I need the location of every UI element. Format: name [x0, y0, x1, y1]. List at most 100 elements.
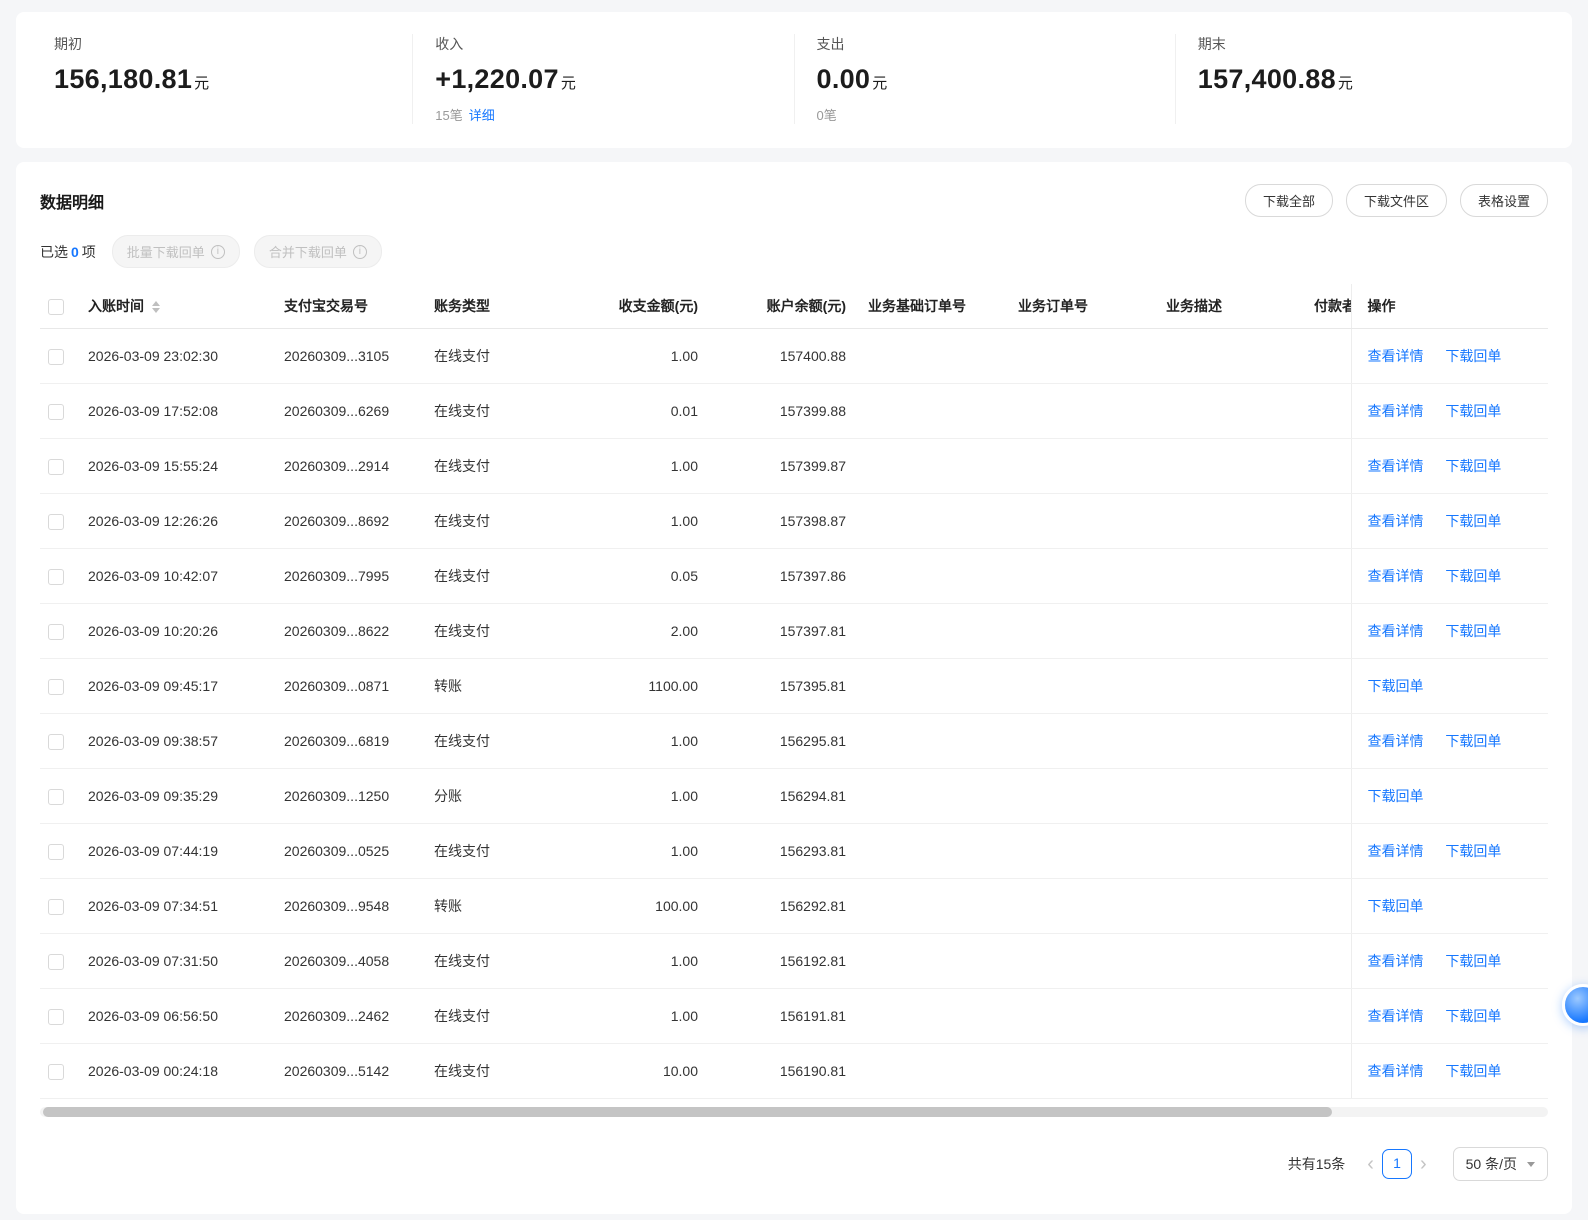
- download-receipt-link[interactable]: 下载回单: [1445, 348, 1501, 364]
- download-receipt-link[interactable]: 下载回单: [1445, 458, 1501, 474]
- expense-count: 0笔: [817, 108, 837, 123]
- row-checkbox[interactable]: [48, 899, 64, 915]
- row-checkbox[interactable]: [48, 844, 64, 860]
- download-all-button[interactable]: 下载全部: [1245, 184, 1333, 217]
- cell-desc: [1158, 824, 1306, 879]
- info-icon: [353, 245, 367, 259]
- pagination: 共有15条 ‹ 1 › 50 条/页: [40, 1147, 1548, 1181]
- stat-label: 期初: [54, 34, 412, 54]
- view-detail-link[interactable]: 查看详情: [1368, 1008, 1424, 1024]
- cell-txn: 20260309...2914: [276, 439, 426, 494]
- cell-payer: [1306, 549, 1351, 604]
- sort-icon[interactable]: [152, 301, 160, 313]
- view-detail-link[interactable]: 查看详情: [1368, 403, 1424, 419]
- stat-sub: 0笔: [817, 105, 1175, 124]
- download-receipt-link[interactable]: 下载回单: [1445, 623, 1501, 639]
- row-checkbox[interactable]: [48, 954, 64, 970]
- row-checkbox[interactable]: [48, 734, 64, 750]
- cell-base-order: [860, 659, 1010, 714]
- cell-base-order: [860, 1044, 1010, 1099]
- download-receipt-link[interactable]: 下载回单: [1445, 1008, 1501, 1024]
- cell-balance: 156190.81: [712, 1044, 860, 1099]
- cell-desc: [1158, 329, 1306, 384]
- cell-time: 2026-03-09 09:35:29: [80, 769, 276, 824]
- download-receipt-link[interactable]: 下载回单: [1368, 788, 1424, 804]
- cell-payer: [1306, 384, 1351, 439]
- cell-txn: 20260309...5142: [276, 1044, 426, 1099]
- view-detail-link[interactable]: 查看详情: [1368, 623, 1424, 639]
- cell-base-order: [860, 384, 1010, 439]
- view-detail-link[interactable]: 查看详情: [1368, 348, 1424, 364]
- next-page-icon[interactable]: ›: [1412, 1154, 1435, 1174]
- view-detail-link[interactable]: 查看详情: [1368, 953, 1424, 969]
- cell-desc: [1158, 384, 1306, 439]
- view-detail-link[interactable]: 查看详情: [1368, 733, 1424, 749]
- download-receipt-link[interactable]: 下载回单: [1445, 843, 1501, 859]
- table-settings-button[interactable]: 表格设置: [1460, 184, 1548, 217]
- cell-order: [1010, 714, 1158, 769]
- view-detail-link[interactable]: 查看详情: [1368, 843, 1424, 859]
- row-checkbox[interactable]: [48, 404, 64, 420]
- cell-desc: [1158, 494, 1306, 549]
- column-header-time[interactable]: 入账时间: [80, 284, 276, 329]
- cell-time: 2026-03-09 10:42:07: [80, 549, 276, 604]
- cell-payer: [1306, 769, 1351, 824]
- cell-balance: 156295.81: [712, 714, 860, 769]
- row-checkbox[interactable]: [48, 1064, 64, 1080]
- download-receipt-link[interactable]: 下载回单: [1368, 678, 1424, 694]
- cell-payer: [1306, 439, 1351, 494]
- prev-page-icon[interactable]: ‹: [1359, 1154, 1382, 1174]
- cell-base-order: [860, 329, 1010, 384]
- download-receipt-link[interactable]: 下载回单: [1445, 733, 1501, 749]
- cell-payer: [1306, 879, 1351, 934]
- view-detail-link[interactable]: 查看详情: [1368, 1063, 1424, 1079]
- download-receipt-link[interactable]: 下载回单: [1445, 953, 1501, 969]
- select-all-checkbox[interactable]: [48, 299, 64, 315]
- row-checkbox[interactable]: [48, 459, 64, 475]
- cell-balance: 156292.81: [712, 879, 860, 934]
- download-receipt-link[interactable]: 下载回单: [1368, 898, 1424, 914]
- page-size-value: 50 条/页: [1466, 1154, 1517, 1174]
- row-checkbox[interactable]: [48, 624, 64, 640]
- table-row: 2026-03-09 17:52:08 20260309...6269 在线支付…: [40, 384, 1548, 439]
- income-detail-link[interactable]: 详细: [469, 108, 495, 123]
- cell-type: 在线支付: [426, 329, 562, 384]
- merge-download-receipts-button[interactable]: 合并下载回单: [254, 235, 382, 268]
- cell-payer: [1306, 329, 1351, 384]
- page-size-select[interactable]: 50 条/页: [1453, 1147, 1548, 1181]
- batch-download-receipts-button[interactable]: 批量下载回单: [112, 235, 240, 268]
- cell-amount: 1.00: [562, 329, 712, 384]
- download-filezone-button[interactable]: 下载文件区: [1346, 184, 1447, 217]
- cell-amount: 1100.00: [562, 659, 712, 714]
- view-detail-link[interactable]: 查看详情: [1368, 513, 1424, 529]
- transactions-table: 入账时间 支付宝交易号 账务类型 收支金额(元) 账户余额(元) 业务基础订单号…: [40, 284, 1548, 1099]
- scrollbar-thumb[interactable]: [43, 1107, 1332, 1117]
- cell-type: 转账: [426, 659, 562, 714]
- panel-header: 数据明细 下载全部 下载文件区 表格设置: [40, 184, 1548, 217]
- panel-actions: 下载全部 下载文件区 表格设置: [1232, 184, 1548, 217]
- row-checkbox[interactable]: [48, 1009, 64, 1025]
- download-receipt-link[interactable]: 下载回单: [1445, 513, 1501, 529]
- cell-payer: [1306, 714, 1351, 769]
- row-checkbox[interactable]: [48, 349, 64, 365]
- cell-type: 在线支付: [426, 1044, 562, 1099]
- row-checkbox[interactable]: [48, 789, 64, 805]
- view-detail-link[interactable]: 查看详情: [1368, 458, 1424, 474]
- table-row: 2026-03-09 07:31:50 20260309...4058 在线支付…: [40, 934, 1548, 989]
- horizontal-scrollbar[interactable]: [40, 1107, 1548, 1117]
- stat-income: 收入 +1,220.07元 15笔详细: [412, 34, 793, 124]
- download-receipt-link[interactable]: 下载回单: [1445, 403, 1501, 419]
- download-receipt-link[interactable]: 下载回单: [1445, 568, 1501, 584]
- row-checkbox[interactable]: [48, 569, 64, 585]
- cell-desc: [1158, 659, 1306, 714]
- stat-label: 收入: [435, 34, 793, 54]
- column-header-amount: 收支金额(元): [562, 284, 712, 329]
- download-receipt-link[interactable]: 下载回单: [1445, 1063, 1501, 1079]
- table-row: 2026-03-09 12:26:26 20260309...8692 在线支付…: [40, 494, 1548, 549]
- cell-type: 在线支付: [426, 824, 562, 879]
- row-checkbox[interactable]: [48, 514, 64, 530]
- view-detail-link[interactable]: 查看详情: [1368, 568, 1424, 584]
- current-page-button[interactable]: 1: [1382, 1149, 1412, 1179]
- data-detail-panel: 数据明细 下载全部 下载文件区 表格设置 已选0项 批量下载回单 合并下载回单 …: [16, 162, 1572, 1214]
- row-checkbox[interactable]: [48, 679, 64, 695]
